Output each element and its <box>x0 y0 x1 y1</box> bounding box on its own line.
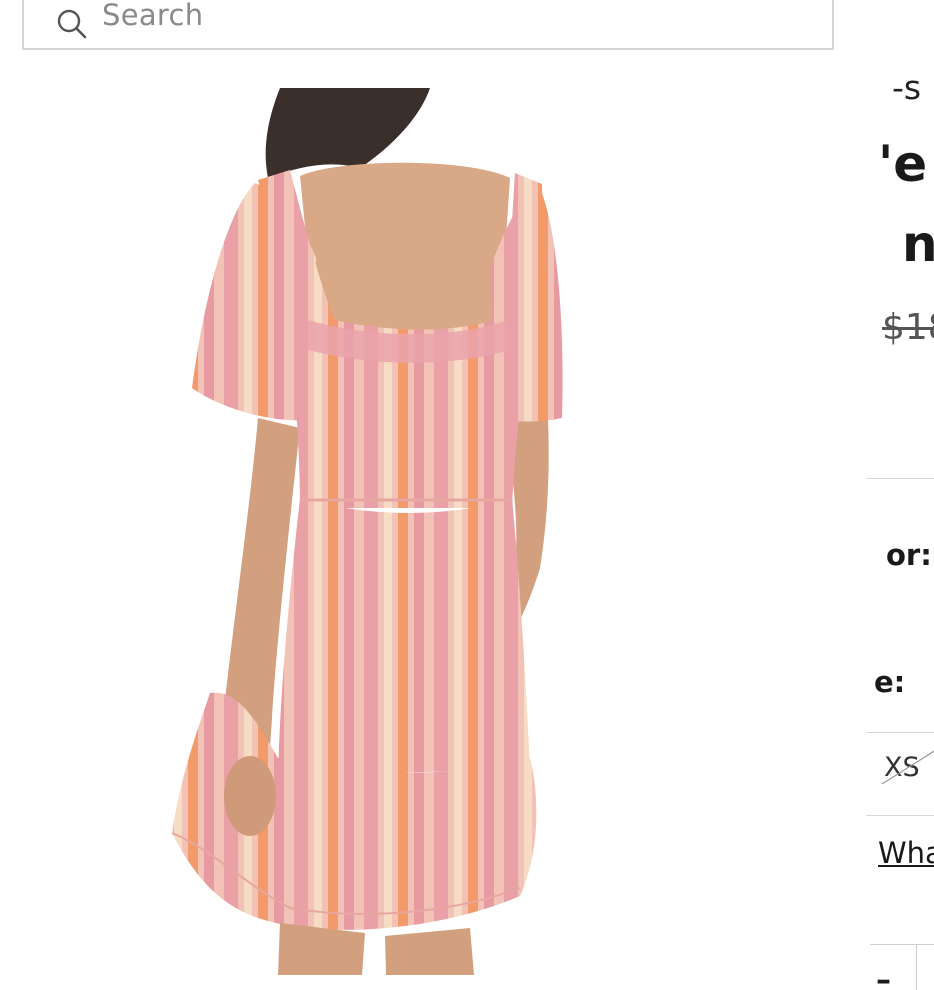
size-option-xs[interactable]: XS <box>878 740 934 800</box>
divider <box>916 945 917 990</box>
product-page: Search -s 'e n $1 or: e: XS Wha – <box>0 0 934 990</box>
divider <box>866 815 934 816</box>
divider <box>866 732 934 733</box>
color-label: or: I <box>886 538 934 572</box>
search-icon <box>57 9 87 39</box>
product-title-continued: n <box>902 215 934 273</box>
size-guide-link[interactable]: Wha <box>878 836 934 870</box>
brand-name[interactable]: -s <box>892 68 921 107</box>
unavailable-strike-icon <box>881 750 934 785</box>
quantity-decrease-button[interactable]: – <box>876 963 891 990</box>
quantity-stepper[interactable]: – <box>870 944 934 990</box>
search-input[interactable]: Search <box>22 0 834 50</box>
product-image[interactable] <box>150 88 590 975</box>
divider <box>866 478 934 479</box>
product-info-panel: -s 'e n $18 or: I e: XS Wha – <box>864 0 934 990</box>
original-price: $18 <box>882 307 934 348</box>
color-label-text: or: <box>886 538 932 572</box>
size-label: e: <box>874 665 906 699</box>
product-title: 'e <box>878 135 928 193</box>
search-placeholder: Search <box>102 0 204 32</box>
